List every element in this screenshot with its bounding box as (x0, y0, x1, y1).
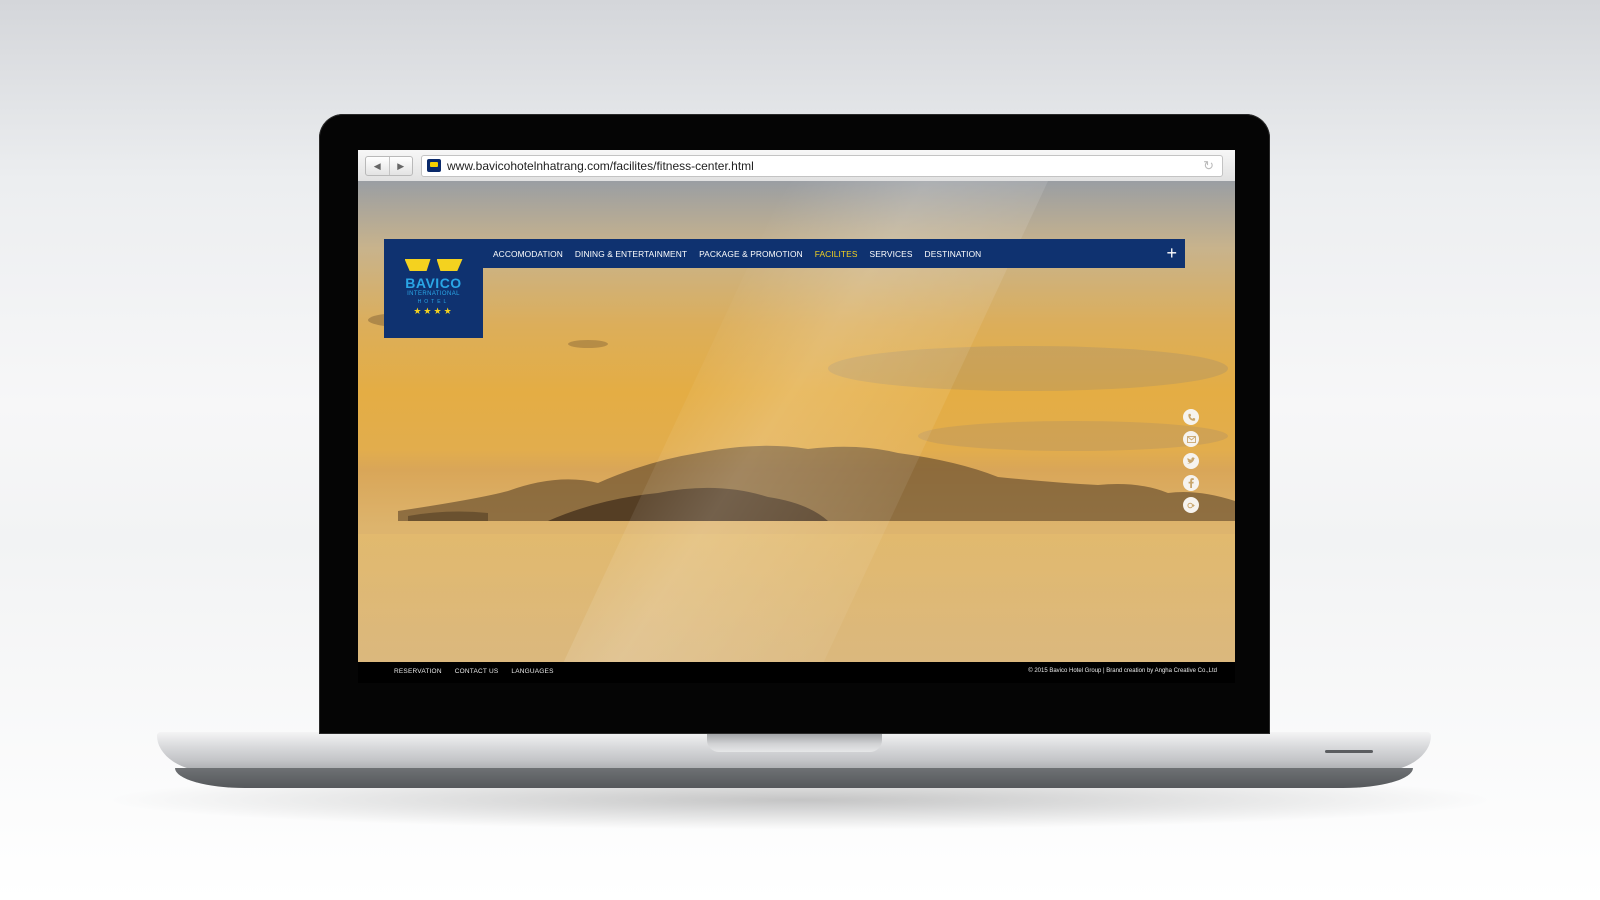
browser-toolbar: ◀ ▶ www.bavicohotelnhatrang.com/facilite… (358, 150, 1235, 182)
nav-item-services[interactable]: SERVICES (870, 249, 913, 259)
footer-link-reservation[interactable]: RESERVATION (394, 668, 442, 675)
browser-nav-buttons: ◀ ▶ (365, 156, 413, 176)
nav-item-destination[interactable]: DESTINATION (925, 249, 982, 259)
twitter-icon[interactable] (1183, 453, 1199, 469)
mail-icon[interactable] (1183, 431, 1199, 447)
facebook-icon[interactable] (1183, 475, 1199, 491)
logo-name: BAVICO (405, 275, 462, 291)
main-navigation: ACCOMODATION DINING & ENTERTAINMENT PACK… (483, 239, 1185, 268)
address-bar[interactable]: www.bavicohotelnhatrang.com/facilites/fi… (421, 155, 1223, 177)
social-icons (1183, 409, 1201, 519)
footer-link-languages[interactable]: LANGUAGES (511, 668, 553, 675)
google-plus-icon[interactable] (1183, 497, 1199, 513)
forward-icon[interactable]: ▶ (388, 157, 413, 175)
footer-copyright: © 2015 Bavico Hotel Group | Brand creati… (1028, 668, 1217, 674)
back-icon[interactable]: ◀ (366, 157, 389, 175)
nav-item-dining-entertainment[interactable]: DINING & ENTERTAINMENT (575, 249, 687, 259)
nav-item-accomodation[interactable]: ACCOMODATION (493, 249, 563, 259)
nav-item-facilites[interactable]: FACILITES (815, 249, 858, 259)
reload-icon[interactable]: ↻ (1203, 158, 1214, 174)
logo-bv-mark-icon (404, 257, 463, 273)
laptop-screen: ◀ ▶ www.bavicohotelnhatrang.com/facilite… (358, 150, 1235, 683)
address-bar-url[interactable]: www.bavicohotelnhatrang.com/facilites/fi… (447, 159, 754, 173)
site-favicon-icon (427, 159, 441, 172)
logo-hotel-label: HOTEL (417, 299, 450, 305)
nav-item-package-promotion[interactable]: PACKAGE & PROMOTION (699, 249, 803, 259)
logo-subtitle: INTERNATIONAL (407, 291, 460, 297)
logo-stars: ★★★★ (413, 306, 454, 316)
footer-links: RESERVATION CONTACT US LANGUAGES (394, 668, 567, 675)
hero-background-image: BAVICO INTERNATIONAL HOTEL ★★★★ ACCOMODA… (358, 181, 1235, 681)
site-footer: RESERVATION CONTACT US LANGUAGES © 2015 … (358, 662, 1235, 683)
laptop-base-bottom (175, 768, 1413, 788)
laptop-hinge-notch (707, 732, 882, 752)
phone-icon[interactable] (1183, 409, 1199, 425)
footer-link-contact-us[interactable]: CONTACT US (455, 668, 499, 675)
hotel-logo[interactable]: BAVICO INTERNATIONAL HOTEL ★★★★ (384, 239, 483, 338)
expand-plus-icon[interactable]: + (1166, 243, 1177, 263)
laptop-indicator-light (1325, 750, 1373, 753)
